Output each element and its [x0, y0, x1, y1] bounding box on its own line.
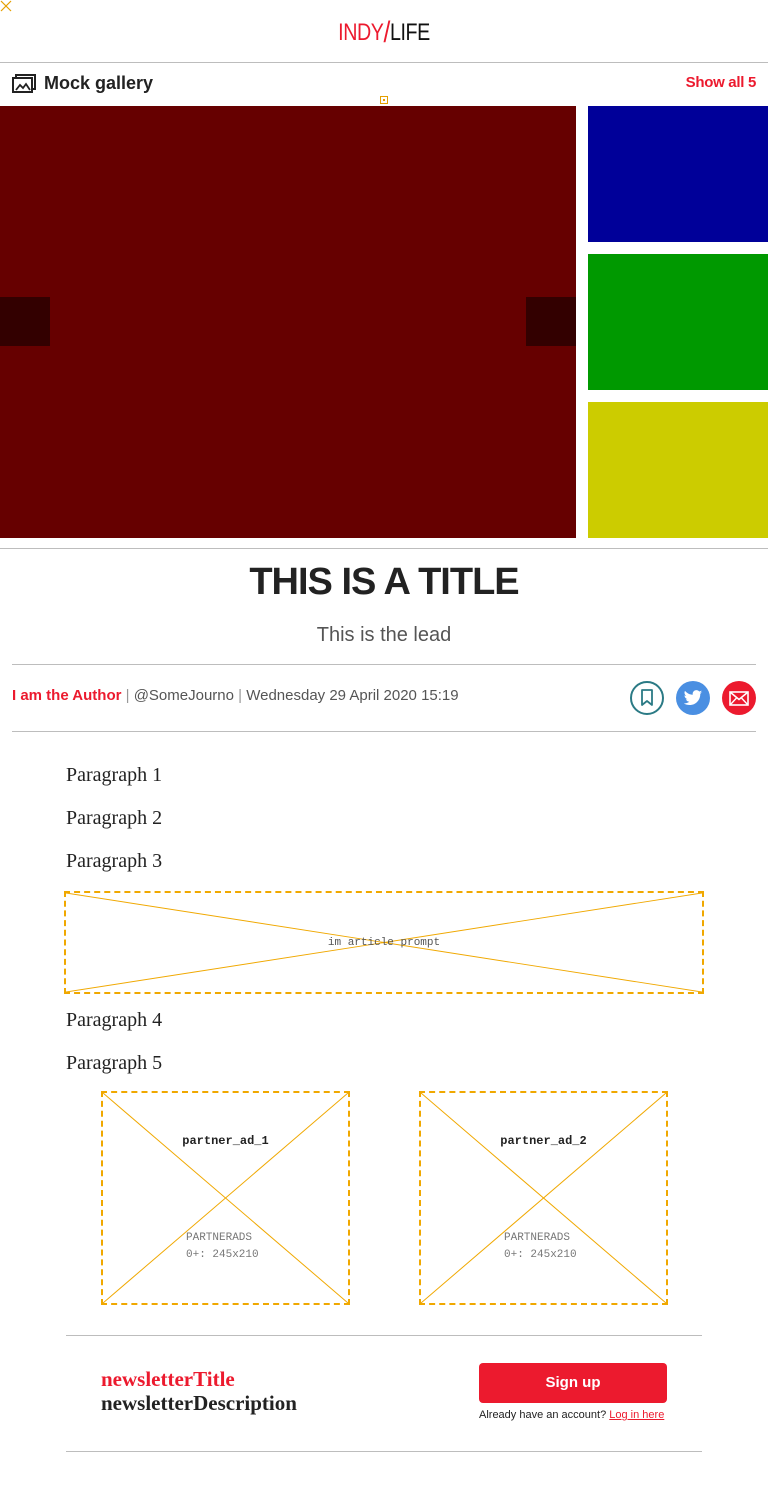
- author-link[interactable]: I am the Author: [12, 687, 121, 704]
- partner-ad-1-line2: 0+: 245x210: [186, 1249, 259, 1261]
- byline-top-divider: [12, 664, 756, 665]
- placeholder-cross-icon: [421, 1093, 666, 1303]
- newsletter-top-divider: [66, 1335, 702, 1336]
- partner-ad-1-line1: PARTNERADS: [186, 1232, 253, 1244]
- in-article-ad-label: im article prompt: [327, 937, 441, 949]
- gallery-prev-button[interactable]: [0, 297, 50, 346]
- logo-indy: INDY: [338, 19, 384, 46]
- paragraph: Paragraph 4: [66, 1009, 163, 1031]
- logo-slash-icon: /: [383, 16, 391, 49]
- author-handle[interactable]: @SomeJourno: [134, 687, 234, 704]
- gallery-main-image[interactable]: [0, 106, 576, 538]
- twitter-icon: [683, 689, 703, 705]
- publish-date: Wednesday 29 April 2020 15:19: [246, 687, 459, 704]
- gallery-thumbnail-3[interactable]: [588, 402, 768, 538]
- partner-ad-2-placeholder: partner_ad_2 PARTNERADS 0+: 245x210: [419, 1091, 668, 1305]
- partner-ad-2-info: PARTNERADS 0+: 245x210: [504, 1230, 577, 1264]
- ad-slot-marker-icon: [380, 96, 388, 104]
- newsletter-title: newsletterTitle: [101, 1367, 235, 1391]
- byline-separator: |: [233, 687, 247, 704]
- newsletter-description: newsletterDescription: [101, 1391, 297, 1415]
- partner-ad-2-line1: PARTNERADS: [504, 1232, 571, 1244]
- gallery-icon: [12, 74, 36, 93]
- partner-ad-1-name: partner_ad_1: [182, 1134, 269, 1148]
- gallery-thumbnail-1[interactable]: [588, 106, 768, 242]
- paragraph: Paragraph 1: [66, 764, 163, 786]
- account-prompt-text: Already have an account?: [479, 1409, 607, 1421]
- paragraph: Paragraph 2: [66, 807, 163, 829]
- partner-ad-2-line2: 0+: 245x210: [504, 1249, 577, 1261]
- header-divider: [0, 62, 768, 63]
- article-lead: This is the lead: [316, 624, 452, 646]
- envelope-icon: [729, 690, 749, 706]
- gallery-next-button[interactable]: [526, 297, 576, 346]
- login-link[interactable]: Log in here: [609, 1409, 664, 1421]
- in-article-ad-placeholder: im article prompt: [64, 891, 704, 994]
- gallery-title: Mock gallery: [44, 73, 154, 93]
- signup-button[interactable]: Sign up: [479, 1363, 667, 1403]
- newsletter-bottom-divider: [66, 1451, 702, 1452]
- partner-ad-1-placeholder: partner_ad_1 PARTNERADS 0+: 245x210: [101, 1091, 350, 1305]
- email-share-button[interactable]: [722, 681, 756, 715]
- gallery-divider: [0, 548, 768, 549]
- paragraph: Paragraph 3: [66, 850, 163, 872]
- byline-separator: |: [125, 687, 134, 704]
- article-title: THIS IS A TITLE: [249, 561, 519, 603]
- show-all-link[interactable]: Show all 5: [686, 74, 757, 91]
- byline-bottom-divider: [12, 731, 756, 732]
- corner-ad-marker-icon: [0, 0, 12, 12]
- byline: I am the Author | @SomeJourno | Wednesda…: [12, 687, 459, 704]
- bookmark-button[interactable]: [630, 681, 664, 715]
- site-logo[interactable]: INDY/LIFE: [69, 14, 699, 49]
- bookmark-icon: [641, 689, 653, 706]
- logo-life: LIFE: [389, 19, 430, 46]
- gallery-thumbnail-2[interactable]: [588, 254, 768, 390]
- partner-ad-1-info: PARTNERADS 0+: 245x210: [186, 1230, 259, 1264]
- partner-ad-2-name: partner_ad_2: [500, 1134, 587, 1148]
- placeholder-cross-icon: [103, 1093, 348, 1303]
- login-prompt: Already have an account? Log in here: [479, 1409, 664, 1421]
- paragraph: Paragraph 5: [66, 1052, 163, 1074]
- twitter-share-button[interactable]: [676, 681, 710, 715]
